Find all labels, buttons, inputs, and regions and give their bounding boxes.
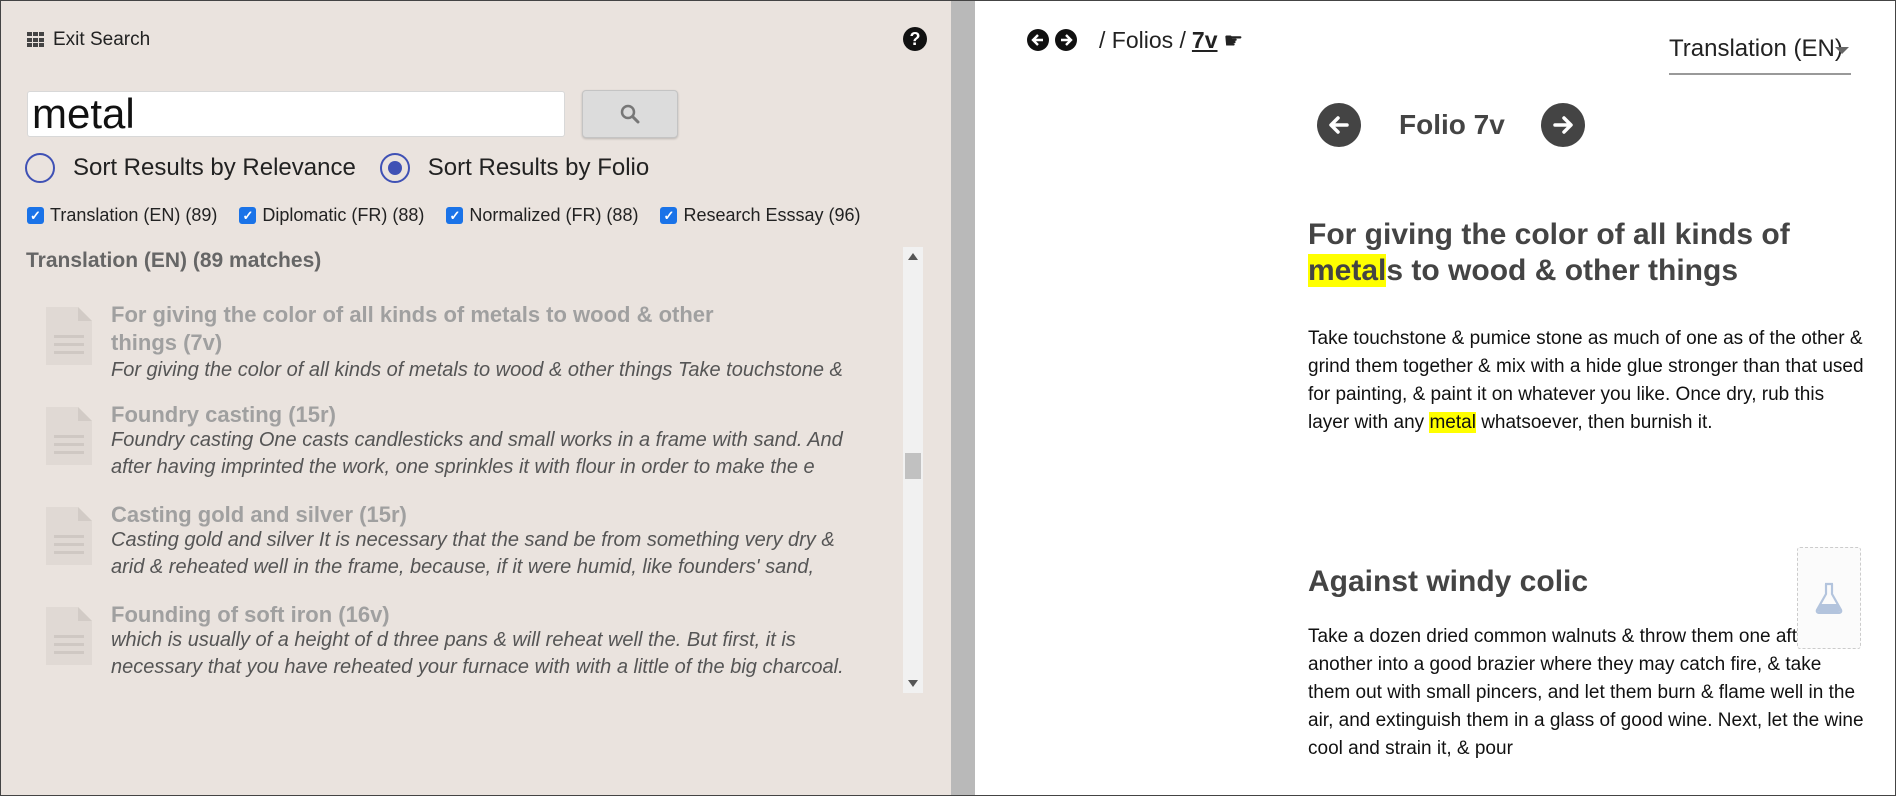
filter-label: Translation (EN) (89) (50, 205, 218, 225)
reading-pane: / Folios / 7v ☛ Translation (EN) Folio 7… (975, 1, 1895, 795)
document-icon (46, 507, 92, 565)
chevron-down-icon (1835, 47, 1849, 54)
filter-normalized[interactable]: ✓ Normalized (FR) (88) (446, 205, 638, 226)
heading-text: s to wood & other things (1386, 254, 1739, 287)
result-title[interactable]: Casting gold and silver (15r) (111, 501, 831, 529)
results-list: For giving the color of all kinds of met… (27, 301, 903, 681)
language-select-value: Translation (EN) (1669, 35, 1843, 62)
result-title-line: things (7v) (111, 330, 223, 355)
result-snippet: necessary that you have reheated your fu… (111, 656, 844, 678)
back-arrow-icon[interactable] (1027, 29, 1049, 51)
section-heading: For giving the color of all kinds of met… (1308, 217, 1868, 289)
breadcrumb: / Folios / 7v ☛ (1099, 27, 1243, 54)
filter-diplomatic[interactable]: ✓ Diplomatic (FR) (88) (239, 205, 424, 226)
breadcrumb-folios[interactable]: / Folios / (1099, 27, 1186, 54)
folio-title: Folio 7v (1399, 109, 1505, 140)
sort-relevance-label: Sort Results by Relevance (73, 154, 356, 181)
sort-folio-label: Sort Results by Folio (427, 154, 650, 181)
checkbox[interactable]: ✓ (660, 207, 678, 224)
search-button[interactable] (582, 90, 678, 138)
scroll-thumb[interactable] (905, 453, 921, 479)
result-snippet: For giving the color of all kinds of met… (111, 359, 843, 381)
list-item[interactable]: For giving the color of all kinds of met… (27, 301, 903, 401)
history-nav (1027, 29, 1077, 51)
document-icon (46, 607, 92, 665)
document-icon (46, 307, 92, 365)
previous-folio-button[interactable] (1317, 103, 1361, 147)
search-input[interactable]: metal (27, 91, 565, 137)
search-highlight: metal (1429, 412, 1476, 433)
scroll-down-arrow[interactable] (908, 680, 918, 687)
filter-research-essay[interactable]: ✓ Research Esssay (96) (660, 205, 861, 226)
exit-search-label: Exit Search (53, 29, 151, 50)
result-snippet: arid & reheated well in the frame, becau… (111, 556, 815, 578)
sort-options: Sort Results by Relevance Sort Results b… (25, 153, 673, 183)
results-scrollbar[interactable] (903, 247, 923, 693)
result-snippet: which is usually of a height of d three … (111, 629, 796, 651)
radio-folio[interactable] (379, 153, 410, 183)
result-title[interactable]: Foundry casting (15r) (111, 401, 831, 429)
sort-folio-option[interactable]: Sort Results by Folio (379, 153, 650, 183)
search-pane: Exit Search ? metal Sort Results by Rele… (1, 1, 951, 795)
search-highlight: metal (1308, 254, 1387, 287)
language-select[interactable]: Translation (EN) (1669, 35, 1851, 75)
forward-arrow-icon[interactable] (1055, 29, 1077, 51)
filter-label: Research Esssay (96) (683, 205, 861, 225)
checkbox[interactable]: ✓ (27, 207, 44, 224)
results-heading: Translation (EN) (89 matches) (26, 249, 322, 272)
checkbox[interactable]: ✓ (239, 207, 257, 224)
breadcrumb-current[interactable]: 7v (1192, 27, 1218, 54)
checkbox[interactable]: ✓ (446, 207, 464, 224)
exit-search-button[interactable]: Exit Search (27, 29, 150, 51)
app-frame: Exit Search ? metal Sort Results by Rele… (0, 0, 1896, 796)
results-panel: For giving the color of all kinds of met… (27, 247, 927, 693)
grid-icon (27, 32, 45, 48)
filter-label: Normalized (FR) (88) (469, 205, 639, 225)
radio-relevance[interactable] (25, 153, 55, 183)
filter-checkboxes: ✓ Translation (EN) (89) ✓ Diplomatic (FR… (27, 205, 883, 226)
result-snippet: Casting gold and silver It is necessary … (111, 529, 835, 551)
question-circle-icon[interactable]: ? (903, 27, 927, 51)
folio-navigation: Folio 7v (1317, 103, 1585, 147)
section-paragraph: Take a dozen dried common walnuts & thro… (1308, 626, 1864, 759)
folio-content: For giving the color of all kinds of met… (1308, 217, 1868, 763)
list-item[interactable]: Founding of soft iron (16v) which is usu… (27, 601, 903, 681)
sort-relevance-option[interactable]: Sort Results by Relevance (25, 153, 356, 183)
result-snippet: after having imprinted the work, one spr… (111, 456, 815, 478)
list-item[interactable]: Foundry casting (15r) Foundry casting On… (27, 401, 903, 501)
filter-translation[interactable]: ✓ Translation (EN) (89) (27, 205, 217, 226)
list-item[interactable]: Casting gold and silver (15r) Casting go… (27, 501, 903, 601)
lab-button[interactable] (1797, 547, 1861, 649)
pane-splitter[interactable] (951, 1, 975, 795)
document-icon (46, 407, 92, 465)
section-paragraph: Take touchstone & pumice stone as much o… (1308, 325, 1868, 437)
heading-text: For giving the color of all kinds of (1308, 218, 1790, 251)
result-title[interactable]: For giving the color of all kinds of met… (111, 301, 831, 357)
result-title[interactable]: Founding of soft iron (16v) (111, 601, 831, 629)
filter-label: Diplomatic (FR) (88) (262, 205, 425, 225)
scroll-up-arrow[interactable] (908, 253, 918, 260)
pointing-hand-icon[interactable]: ☛ (1224, 28, 1244, 54)
result-snippet: Foundry casting One casts candlesticks a… (111, 429, 843, 451)
search-icon (620, 104, 640, 124)
result-title-line: For giving the color of all kinds of met… (111, 302, 714, 327)
paragraph-text: whatsoever, then burnish it. (1481, 412, 1713, 433)
next-folio-button[interactable] (1540, 103, 1585, 147)
section-heading: Against windy colic (1308, 565, 1589, 598)
flask-icon (1815, 582, 1843, 614)
